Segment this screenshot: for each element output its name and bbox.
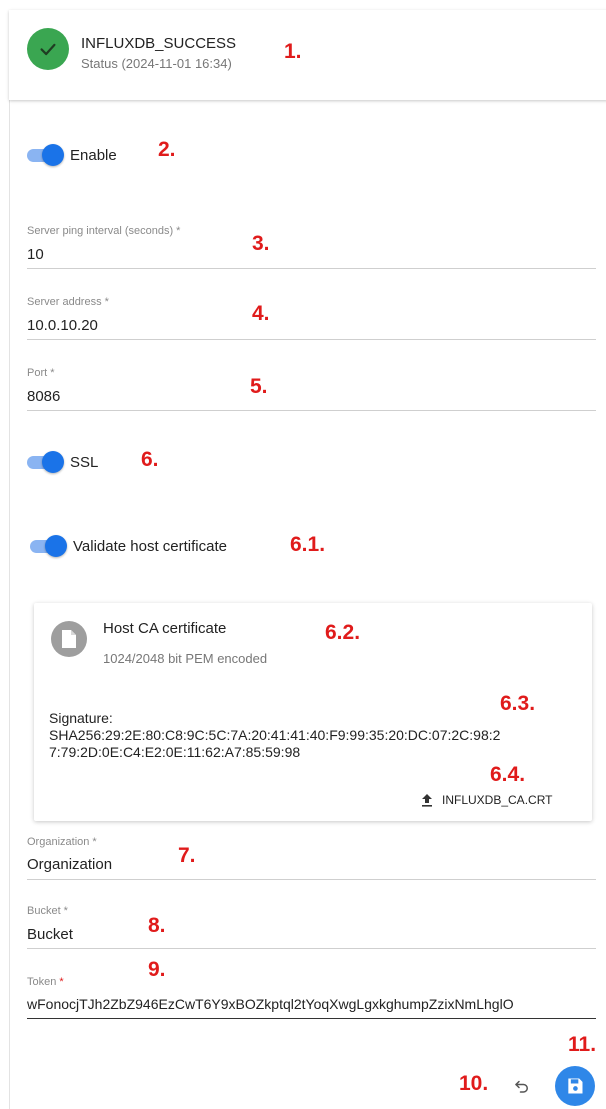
port-input[interactable]: 8086: [27, 388, 60, 405]
validate-cert-label: Validate host certificate: [73, 538, 227, 555]
step-label-2: 2.: [158, 138, 176, 161]
step-label-7: 7.: [178, 844, 196, 867]
organization-label: Organization *: [27, 836, 97, 848]
status-title: INFLUXDB_SUCCESS: [81, 35, 237, 52]
undo-icon: [515, 1080, 528, 1093]
undo-button[interactable]: [508, 1072, 536, 1100]
token-required-mark: *: [59, 976, 64, 988]
step-label-6-1: 6.1.: [290, 533, 326, 556]
step-label-5: 5.: [250, 375, 268, 398]
signature-line-1: SHA256:29:2E:80:C8:9C:5C:7A:20:41:41:40:…: [49, 727, 501, 743]
certificate-upload-button[interactable]: INFLUXDB_CA.CRT: [420, 793, 552, 807]
step-label-9: 9.: [148, 958, 166, 981]
organization-underline: [27, 879, 596, 880]
left-divider: [9, 100, 10, 1109]
save-icon: [568, 1078, 583, 1094]
step-label-10: 10.: [459, 1072, 489, 1095]
status-card: INFLUXDB_SUCCESS Status (2024-11-01 16:3…: [9, 10, 606, 100]
status-timestamp: Status (2024-11-01 16:34): [81, 56, 232, 71]
server-address-label: Server address *: [27, 296, 109, 308]
ping-interval-label: Server ping interval (seconds) *: [27, 225, 181, 237]
step-label-3: 3.: [252, 232, 270, 255]
step-label-6-4: 6.4.: [490, 763, 526, 786]
enable-label: Enable: [70, 147, 117, 164]
ping-interval-underline: [27, 268, 596, 269]
file-icon: [62, 630, 76, 648]
document-icon: [51, 621, 87, 657]
status-indicator: [27, 28, 69, 70]
signature-label: Signature:: [49, 710, 113, 726]
ping-interval-input[interactable]: 10: [27, 246, 44, 263]
step-label-6-2: 6.2.: [325, 621, 361, 644]
bucket-input[interactable]: Bucket: [27, 926, 73, 943]
token-underline: [27, 1018, 596, 1019]
step-label-1: 1.: [284, 40, 302, 63]
step-label-8: 8.: [148, 914, 166, 937]
signature-line-2: 7:79:2D:0E:C4:E2:0E:11:62:A7:85:59:98: [49, 744, 301, 760]
ssl-label: SSL: [70, 454, 99, 471]
bucket-label: Bucket *: [27, 905, 68, 917]
check-icon: [40, 43, 56, 56]
step-label-6: 6.: [141, 448, 159, 471]
upload-icon: [422, 794, 432, 807]
server-address-underline: [27, 339, 596, 340]
ssl-toggle[interactable]: [27, 451, 64, 473]
server-address-input[interactable]: 10.0.10.20: [27, 317, 98, 334]
bucket-underline: [27, 948, 596, 949]
step-label-6-3: 6.3.: [500, 692, 536, 715]
step-label-4: 4.: [252, 302, 270, 325]
certificate-format-hint: 1024/2048 bit PEM encoded: [103, 651, 268, 666]
organization-input[interactable]: Organization: [27, 856, 112, 873]
certificate-title: Host CA certificate: [103, 620, 227, 637]
enable-toggle[interactable]: [27, 144, 64, 166]
step-label-11: 11.: [568, 1033, 597, 1056]
port-underline: [27, 410, 596, 411]
save-button[interactable]: [555, 1066, 595, 1106]
certificate-file-name: INFLUXDB_CA.CRT: [442, 793, 553, 807]
token-input[interactable]: wFonocjTJh2ZbZ946EzCwT6Y9xBOZkptql2tYoqX…: [27, 996, 599, 1012]
token-label-text: Token: [27, 976, 57, 988]
validate-cert-toggle[interactable]: [30, 535, 67, 557]
port-label: Port *: [27, 367, 55, 379]
token-label: Token *: [27, 976, 64, 988]
